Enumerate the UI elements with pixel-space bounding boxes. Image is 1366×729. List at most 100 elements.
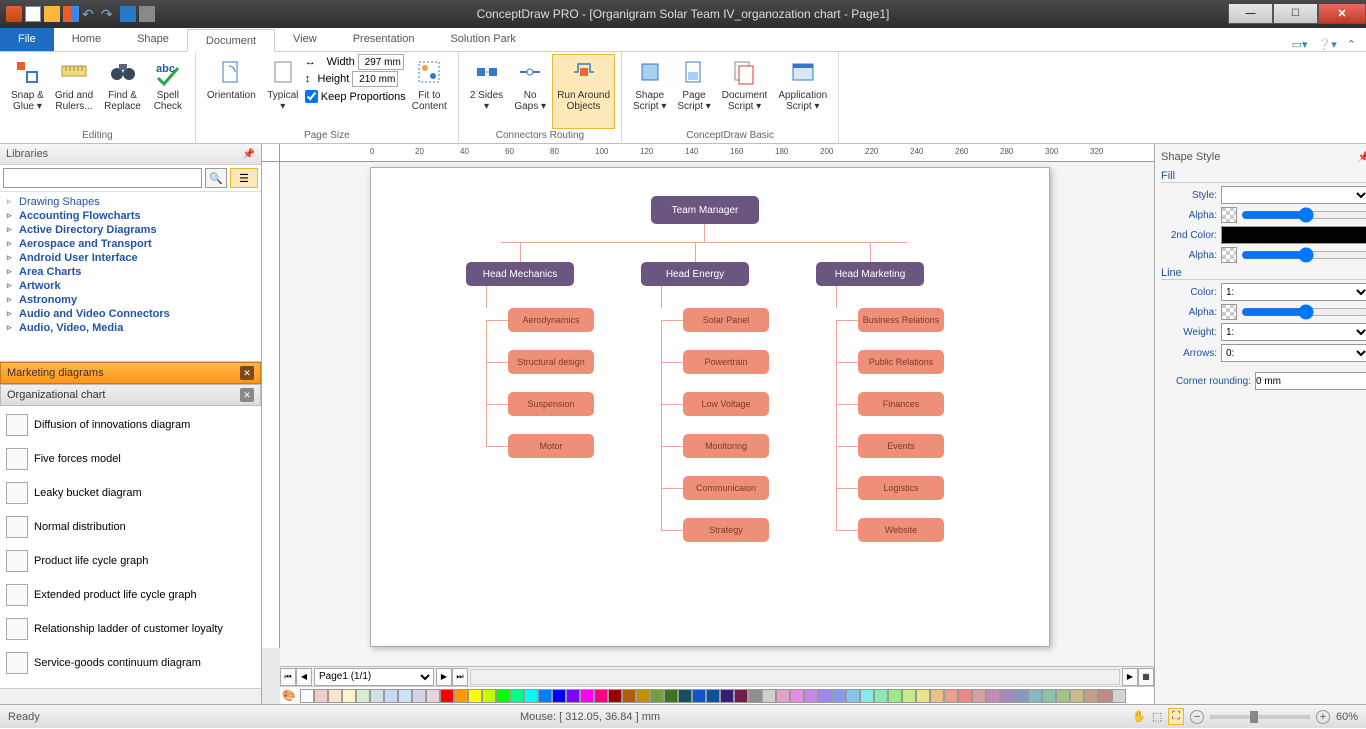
org-node[interactable]: Finances <box>858 392 944 416</box>
close-section-icon[interactable]: ✕ <box>240 388 254 402</box>
page-first-button[interactable]: ⏮ <box>280 668 296 686</box>
line-alpha-slider[interactable] <box>1241 304 1366 320</box>
height-input[interactable] <box>352 71 398 87</box>
collapse-ribbon-icon[interactable]: ⌃ <box>1347 38 1356 51</box>
org-node[interactable]: Suspension <box>508 392 594 416</box>
color-swatch[interactable] <box>342 689 356 703</box>
app-script-button[interactable]: Application Script ▾ <box>773 54 832 129</box>
line-weight-select[interactable]: 1: <box>1221 323 1366 341</box>
page-last-button[interactable]: ⏭ <box>452 668 468 686</box>
tree-item[interactable]: Android User Interface <box>3 251 258 265</box>
shape-item[interactable]: Five forces model <box>2 442 259 476</box>
tab-shape[interactable]: Shape <box>119 28 187 51</box>
selection-tool-icon[interactable]: ⬚ <box>1152 710 1162 723</box>
org-node[interactable]: Website <box>858 518 944 542</box>
color-swatch[interactable] <box>454 689 468 703</box>
tree-item[interactable]: Audio, Video, Media <box>3 321 258 335</box>
color-swatch[interactable] <box>1098 689 1112 703</box>
file-tab[interactable]: File <box>0 27 54 51</box>
color-swatch[interactable] <box>468 689 482 703</box>
color-swatch[interactable] <box>762 689 776 703</box>
shape-item[interactable]: Product life cycle graph <box>2 544 259 578</box>
org-node[interactable]: Head Energy <box>641 262 749 286</box>
zoom-slider[interactable] <box>1210 715 1310 719</box>
org-node[interactable]: Low Voltage <box>683 392 769 416</box>
color-swatch[interactable] <box>482 689 496 703</box>
color-swatch[interactable] <box>650 689 664 703</box>
second-color-select[interactable] <box>1221 226 1366 244</box>
print-icon[interactable] <box>139 6 155 22</box>
color-swatch[interactable] <box>846 689 860 703</box>
fit-content-button[interactable]: Fit to Content <box>407 54 452 129</box>
canvas-viewport[interactable]: Team ManagerHead MechanicsAerodynamicsSt… <box>280 162 1154 666</box>
color-swatch[interactable] <box>1112 689 1126 703</box>
color-swatch[interactable] <box>314 689 328 703</box>
color-swatch[interactable] <box>356 689 370 703</box>
tab-solution-park[interactable]: Solution Park <box>432 28 533 51</box>
color-swatch[interactable] <box>1084 689 1098 703</box>
org-node[interactable]: Aerodynamics <box>508 308 594 332</box>
color-swatch[interactable] <box>552 689 566 703</box>
corner-rounding-input[interactable] <box>1255 372 1366 390</box>
document-script-button[interactable]: Document Script ▾ <box>717 54 773 129</box>
shape-item[interactable]: Diffusion of innovations diagram <box>2 408 259 442</box>
color-swatch[interactable] <box>1070 689 1084 703</box>
keep-proportions-checkbox[interactable] <box>305 90 318 103</box>
color-swatch[interactable] <box>818 689 832 703</box>
org-node[interactable]: Business Relations <box>858 308 944 332</box>
tab-presentation[interactable]: Presentation <box>335 28 433 51</box>
org-node[interactable]: Head Marketing <box>816 262 924 286</box>
color-swatch[interactable] <box>398 689 412 703</box>
color-swatch[interactable] <box>986 689 1000 703</box>
tree-item[interactable]: Drawing Shapes <box>3 195 258 209</box>
color-swatch[interactable] <box>1042 689 1056 703</box>
color-swatch[interactable] <box>440 689 454 703</box>
color-swatch[interactable] <box>874 689 888 703</box>
color-swatch[interactable] <box>1056 689 1070 703</box>
color-swatch[interactable] <box>678 689 692 703</box>
library-search-input[interactable] <box>3 168 202 188</box>
tab-home[interactable]: Home <box>54 28 119 51</box>
org-node[interactable]: Structural design <box>508 350 594 374</box>
zoom-out-button[interactable]: − <box>1190 710 1204 724</box>
org-node[interactable]: Monitoring <box>683 434 769 458</box>
typical-button[interactable]: Typical ▾ <box>262 54 304 129</box>
shape-script-button[interactable]: Shape Script ▾ <box>628 54 671 129</box>
hand-tool-icon[interactable]: ✋ <box>1132 710 1146 723</box>
color-swatch[interactable] <box>720 689 734 703</box>
org-node[interactable]: Events <box>858 434 944 458</box>
find-replace-button[interactable]: Find & Replace <box>99 54 146 129</box>
color-swatch[interactable] <box>636 689 650 703</box>
spell-check-button[interactable]: abcSpell Check <box>147 54 189 129</box>
close-button[interactable] <box>1318 4 1366 24</box>
tab-view[interactable]: View <box>275 28 335 51</box>
page-prev-button[interactable]: ◀ <box>296 668 312 686</box>
color-swatch[interactable] <box>930 689 944 703</box>
snap-glue-button[interactable]: Snap & Glue ▾ <box>6 54 49 129</box>
tree-item[interactable]: Astronomy <box>3 293 258 307</box>
library-section-marketing[interactable]: Marketing diagrams ✕ <box>0 362 261 384</box>
second-alpha-slider[interactable] <box>1241 247 1366 263</box>
page-next-button[interactable]: ▶ <box>436 668 452 686</box>
open-icon[interactable] <box>44 6 60 22</box>
two-sides-button[interactable]: 2 Sides ▾ <box>465 54 508 129</box>
color-swatch[interactable] <box>916 689 930 703</box>
arrows-select[interactable]: 0: <box>1221 344 1366 362</box>
redo-icon[interactable]: ↷ <box>101 6 117 22</box>
org-node[interactable]: Powertrain <box>683 350 769 374</box>
layout-toggle-button[interactable]: ▦ <box>1138 668 1154 686</box>
tree-item[interactable]: Area Charts <box>3 265 258 279</box>
layout-icon[interactable] <box>63 6 79 22</box>
color-swatch[interactable] <box>300 689 314 703</box>
color-swatch[interactable] <box>902 689 916 703</box>
color-swatch[interactable] <box>748 689 762 703</box>
tree-item[interactable]: Audio and Video Connectors <box>3 307 258 321</box>
orientation-button[interactable]: Orientation <box>202 54 261 129</box>
org-node[interactable]: Head Mechanics <box>466 262 574 286</box>
color-swatch[interactable] <box>510 689 524 703</box>
line-color-select[interactable]: 1: <box>1221 283 1366 301</box>
help-icon[interactable]: ❔▾ <box>1318 38 1337 51</box>
color-swatch[interactable] <box>622 689 636 703</box>
tab-document[interactable]: Document <box>187 29 275 52</box>
color-swatch[interactable] <box>426 689 440 703</box>
